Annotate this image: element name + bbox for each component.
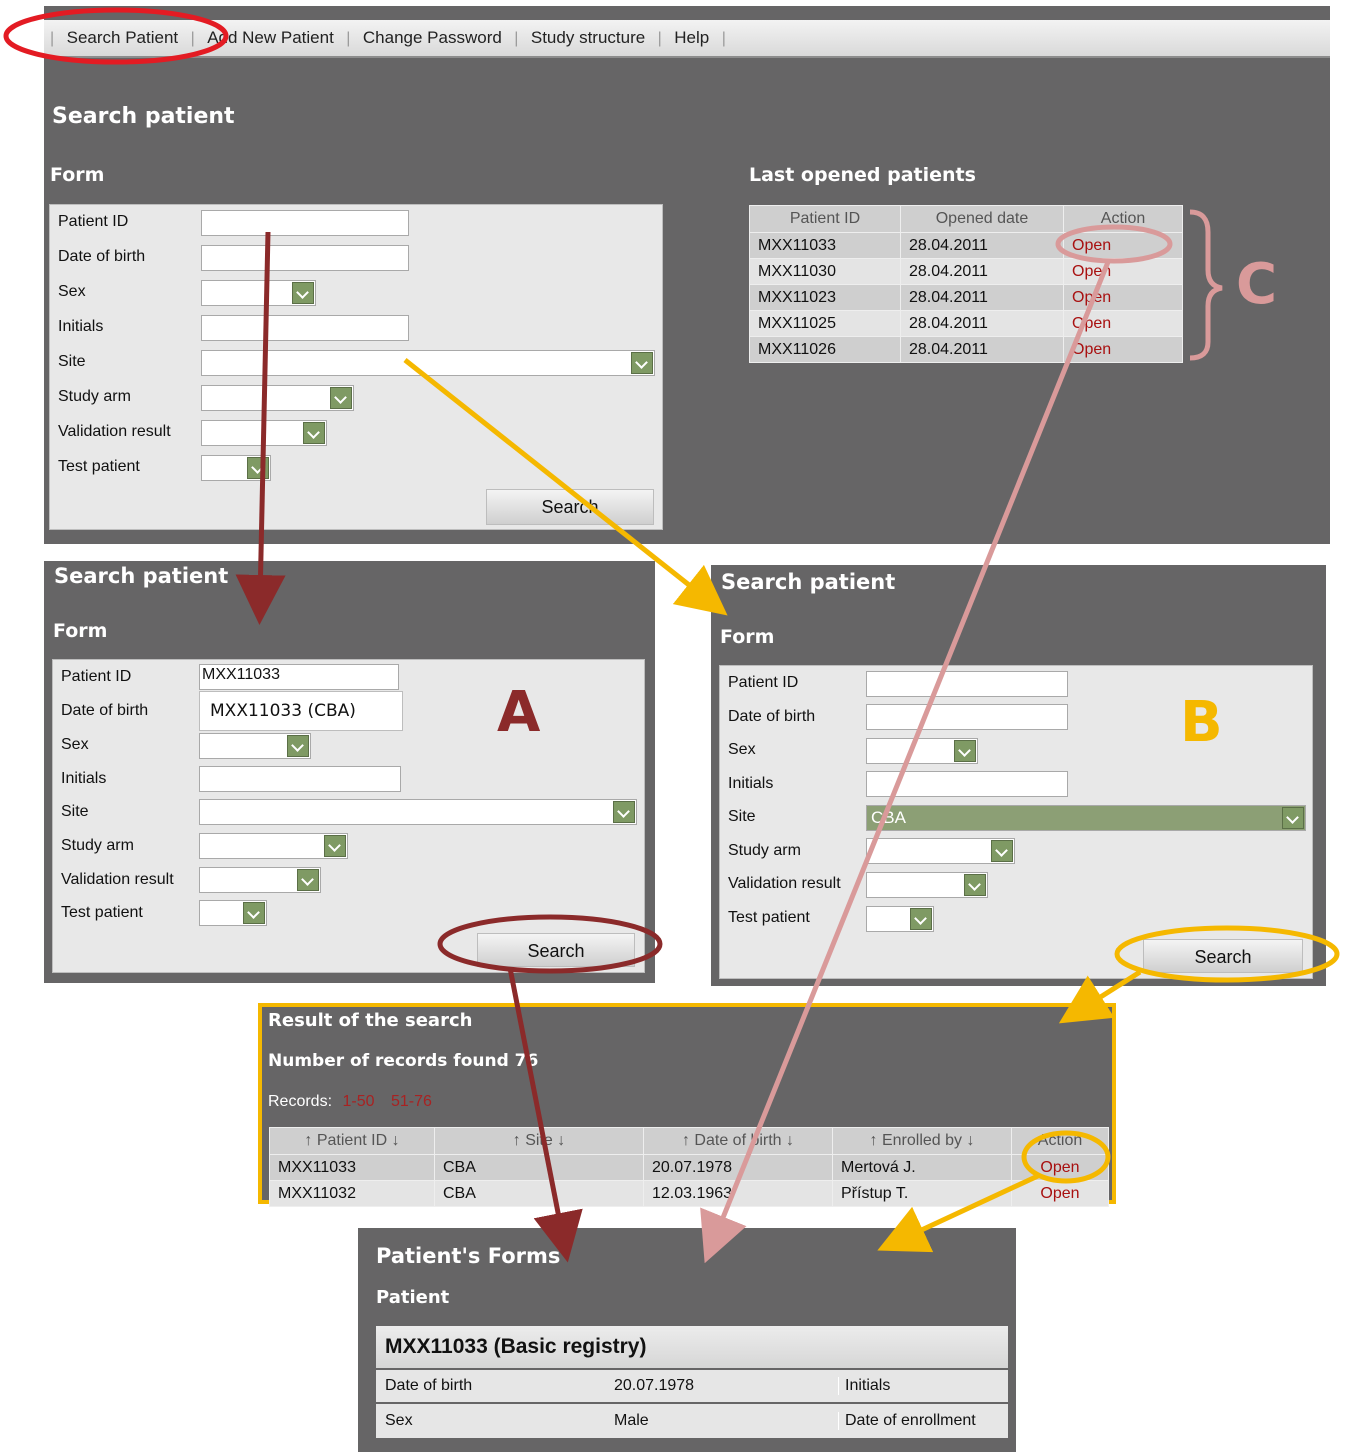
- arrow-to-panel-a: [235, 231, 286, 625]
- highlight-ellipse: [437, 914, 663, 974]
- highlight-ellipse: [3, 7, 229, 65]
- marker-c: C: [1236, 252, 1278, 317]
- highlight-ellipse: [1114, 925, 1340, 983]
- brace-c: [1189, 209, 1223, 361]
- highlight-ellipse: [1055, 224, 1173, 264]
- arrow-a-to-forms: [507, 967, 583, 1263]
- arrow-c-to-forms: [700, 261, 1111, 1264]
- highlight-ellipse: [1021, 1130, 1111, 1184]
- arrow-b-to-results: [1058, 969, 1142, 1024]
- arrow-results-to-forms: [877, 1172, 1042, 1253]
- arrow-to-panel-b: [403, 358, 728, 616]
- annotation-overlay: [3, 7, 1340, 1264]
